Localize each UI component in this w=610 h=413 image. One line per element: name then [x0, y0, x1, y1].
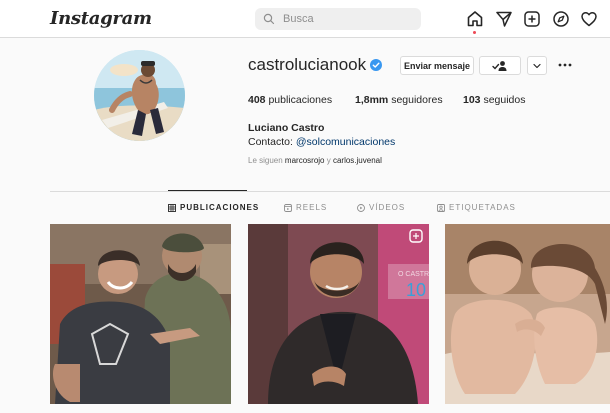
following-stat[interactable]: 103 seguidos: [463, 94, 525, 106]
followers-label: seguidores: [391, 94, 443, 106]
post-photo-1: [50, 224, 231, 404]
svg-text:O CASTR: O CASTR: [398, 271, 429, 278]
more-dots-icon: [558, 63, 572, 67]
post-photo-2: O CASTR 10: [248, 224, 429, 404]
nav-icons: [466, 10, 609, 34]
followed-by-prefix: Le siguen: [248, 156, 285, 165]
chevron-down-icon: [533, 63, 541, 68]
more-options-button[interactable]: [557, 58, 573, 72]
followers-stat[interactable]: 1,8mm seguidores: [355, 94, 443, 106]
instagram-logo[interactable]: Instagram: [50, 8, 152, 29]
followed-by-sep: y: [324, 156, 333, 165]
followers-count: 1,8mm: [355, 94, 389, 106]
profile-avatar[interactable]: [94, 50, 185, 141]
grid-icon: [168, 203, 176, 212]
contact-link[interactable]: @solcomunicaciones: [296, 136, 395, 148]
heart-icon: [581, 11, 598, 27]
avatar-image: [94, 50, 185, 141]
followed-by-user1: marcosrojo: [284, 156, 325, 165]
tab-label: PUBLICACIONES: [180, 203, 260, 212]
posts-count: 408: [248, 94, 266, 106]
explore-icon: [553, 11, 569, 27]
post-thumbnail[interactable]: [445, 224, 610, 404]
followed-by[interactable]: Le siguen marcosrojo y carlos.juvenal: [248, 156, 382, 165]
profile-contact: Contacto: @solcomunicaciones: [248, 136, 395, 148]
search-icon: [263, 13, 275, 25]
tab-label: VÍDEOS: [369, 203, 406, 212]
posts-count-stat: 408 publicaciones: [248, 94, 332, 106]
posts-label: publicaciones: [268, 94, 333, 106]
tagged-icon: [437, 203, 445, 212]
search-box[interactable]: [255, 8, 421, 30]
video-play-icon: [357, 203, 365, 212]
search-input[interactable]: [283, 13, 413, 25]
new-post-icon: [524, 11, 540, 27]
activity-button[interactable]: [580, 10, 598, 28]
profile-username: castrolucianook: [248, 55, 367, 74]
svg-text:10: 10: [406, 280, 426, 300]
direct-button[interactable]: [495, 10, 513, 28]
verified-badge-icon: [370, 59, 382, 71]
notification-dot: [473, 31, 476, 34]
tab-publicaciones[interactable]: PUBLICACIONES: [168, 203, 259, 212]
tab-label: REELS: [296, 203, 328, 212]
tabs-divider: [50, 191, 610, 192]
active-tab-indicator: [168, 190, 247, 191]
home-button[interactable]: [466, 10, 484, 34]
post-thumbnail[interactable]: O CASTR 10: [248, 224, 429, 404]
new-post-button[interactable]: [523, 10, 541, 28]
following-button[interactable]: [479, 56, 521, 75]
following-count: 103: [463, 94, 481, 106]
explore-button[interactable]: [552, 10, 570, 28]
tab-label: ETIQUETADAS: [449, 203, 516, 212]
home-icon: [467, 11, 483, 27]
profile-full-name: Luciano Castro: [248, 122, 325, 134]
top-navigation-bar: Instagram: [0, 0, 610, 38]
suggested-accounts-button[interactable]: [527, 56, 547, 75]
reels-icon: [284, 203, 292, 212]
following-label: seguidos: [483, 94, 526, 106]
contact-label: Contacto:: [248, 136, 296, 148]
send-message-button[interactable]: Enviar mensaje: [400, 56, 474, 75]
followed-by-user2: carlos.juvenal: [332, 156, 382, 165]
user-check-icon: [492, 60, 507, 71]
tab-videos[interactable]: VÍDEOS: [357, 203, 405, 212]
tab-reels[interactable]: REELS: [284, 203, 327, 212]
post-photo-3: [445, 224, 610, 404]
post-thumbnail[interactable]: [50, 224, 231, 404]
tab-etiquetadas[interactable]: ETIQUETADAS: [437, 203, 516, 212]
direct-icon: [495, 11, 512, 27]
